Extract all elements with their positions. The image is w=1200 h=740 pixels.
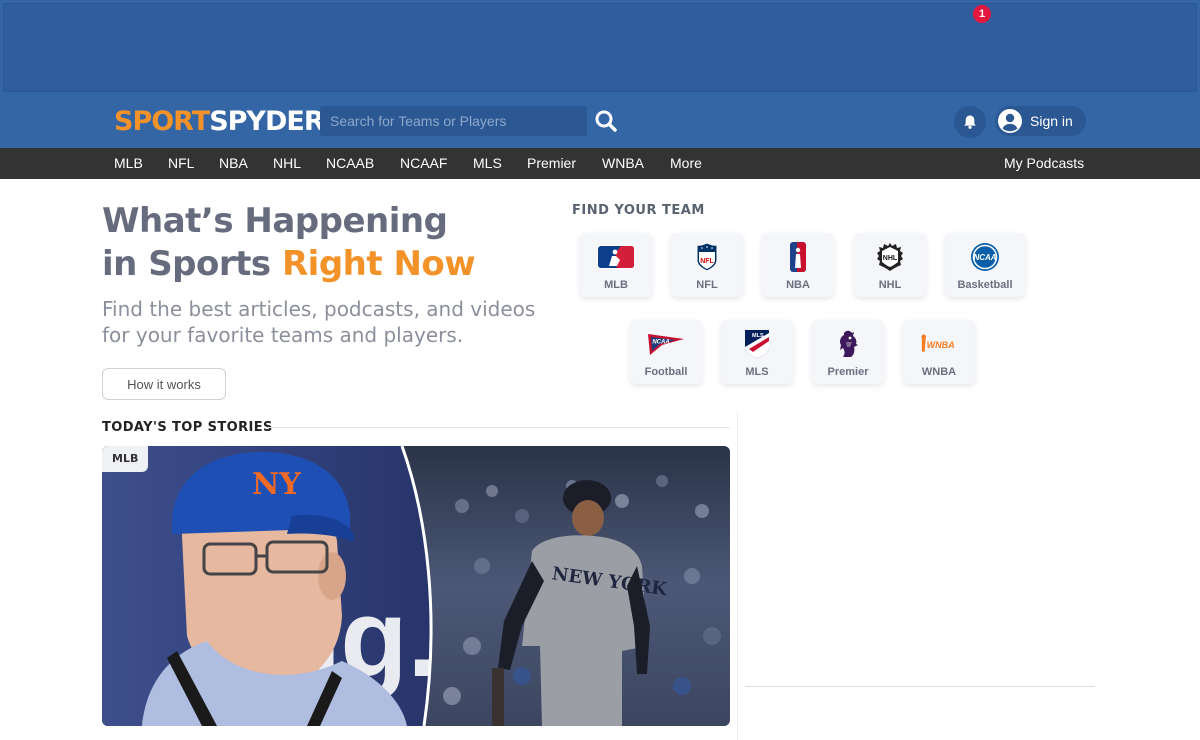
nav-item-my-podcasts[interactable]: My Podcasts bbox=[1004, 148, 1084, 179]
team-label-wnba: WNBA bbox=[921, 366, 957, 378]
ncaa-basketball-logo-icon: NCAA bbox=[965, 242, 1005, 272]
logo-spyder-text: Spyder bbox=[209, 105, 324, 137]
team-card-nhl[interactable]: NHL NHL bbox=[854, 233, 926, 297]
site-header: SportSpyder Sign in bbox=[0, 94, 1200, 148]
team-label-mls: MLS bbox=[745, 366, 769, 378]
svg-text:WNBA: WNBA bbox=[927, 340, 955, 350]
team-label-premier: Premier bbox=[827, 366, 869, 378]
user-avatar-icon bbox=[998, 109, 1022, 133]
story-headline-clipped[interactable] bbox=[102, 732, 730, 740]
nav-item-nhl[interactable]: NHL bbox=[273, 148, 301, 179]
svg-text:NFL: NFL bbox=[700, 258, 714, 265]
find-team-heading: FIND YOUR TEAM bbox=[572, 203, 705, 218]
nav-item-wnba[interactable]: WNBA bbox=[602, 148, 644, 179]
ad-placeholder bbox=[3, 3, 1197, 92]
sign-in-label: Sign in bbox=[1030, 113, 1073, 129]
nhl-logo-icon: NHL bbox=[870, 242, 910, 272]
sign-in-button[interactable]: Sign in bbox=[995, 106, 1086, 136]
team-label-nhl: NHL bbox=[878, 279, 902, 291]
nav-item-nba[interactable]: NBA bbox=[219, 148, 248, 179]
team-card-wnba[interactable]: WNBA WNBA bbox=[903, 320, 975, 384]
nav-item-nfl[interactable]: NFL bbox=[168, 148, 194, 179]
hero-title-prefix: in Sports bbox=[102, 244, 282, 284]
svg-text:NCAA: NCAA bbox=[652, 340, 669, 346]
svg-text:MLS: MLS bbox=[752, 333, 764, 339]
logo-sport-text: Sport bbox=[114, 105, 210, 137]
nav-item-mlb[interactable]: MLB bbox=[114, 148, 143, 179]
bell-icon bbox=[964, 115, 976, 129]
sidebar-divider bbox=[745, 686, 1095, 687]
svg-text:NHL: NHL bbox=[883, 255, 898, 262]
nfl-logo-icon: NFL bbox=[687, 242, 727, 272]
team-card-mls[interactable]: MLS MLS bbox=[721, 320, 793, 384]
team-label-basketball: Basketball bbox=[957, 279, 1013, 291]
league-nav: MLB NFL NBA NHL NCAAB NCAAF MLS Premier … bbox=[0, 148, 1200, 179]
top-story-image[interactable]: NEW YORK ling. NY bbox=[102, 446, 730, 726]
team-label-mlb: MLB bbox=[604, 279, 628, 291]
team-card-mlb[interactable]: MLB bbox=[580, 233, 652, 297]
mls-logo-icon: MLS bbox=[737, 329, 777, 359]
team-card-premier[interactable]: Premier bbox=[812, 320, 884, 384]
svg-text:NCAA: NCAA bbox=[973, 253, 996, 262]
nav-item-premier[interactable]: Premier bbox=[527, 148, 576, 179]
hero-title-line1: What’s Happening bbox=[102, 201, 448, 241]
nba-logo-icon bbox=[778, 242, 818, 272]
team-label-nfl: NFL bbox=[696, 279, 718, 291]
notification-count-badge: 1 bbox=[973, 5, 991, 23]
story-category-badge[interactable]: MLB bbox=[102, 446, 149, 472]
team-card-nba[interactable]: NBA bbox=[762, 233, 834, 297]
how-it-works-button[interactable]: How it works bbox=[102, 368, 226, 400]
nav-item-ncaaf[interactable]: NCAAF bbox=[400, 148, 447, 179]
team-card-basketball[interactable]: NCAA Basketball bbox=[945, 233, 1025, 297]
svg-text:NY: NY bbox=[252, 467, 301, 502]
hero-title-line2: in Sports Right Now bbox=[102, 243, 562, 286]
column-divider bbox=[737, 412, 738, 740]
notifications-button[interactable] bbox=[954, 106, 986, 138]
nav-item-more[interactable]: More bbox=[670, 148, 702, 179]
nav-item-ncaab[interactable]: NCAAB bbox=[326, 148, 374, 179]
search-icon[interactable] bbox=[593, 108, 619, 134]
wnba-logo-icon: WNBA bbox=[919, 329, 959, 359]
hero-subtitle: Find the best articles, podcasts, and vi… bbox=[102, 297, 536, 347]
ncaa-football-logo-icon: NCAA bbox=[646, 329, 686, 359]
ad-banner[interactable] bbox=[0, 0, 1200, 94]
heading-divider bbox=[266, 427, 730, 428]
site-logo[interactable]: Sport Spyder bbox=[114, 105, 325, 137]
team-label-football: Football bbox=[644, 366, 688, 378]
search-input[interactable] bbox=[320, 106, 587, 136]
nav-item-mls[interactable]: MLS bbox=[473, 148, 502, 179]
team-card-nfl[interactable]: NFL NFL bbox=[671, 233, 743, 297]
hero-title-accent: Right Now bbox=[281, 244, 476, 284]
mlb-logo-icon bbox=[596, 242, 636, 272]
team-label-nba: NBA bbox=[786, 279, 810, 291]
top-stories-heading: TODAY'S TOP STORIES bbox=[102, 420, 273, 435]
hero-title: What’s Happening in Sports Right Now bbox=[102, 200, 562, 286]
team-card-football[interactable]: NCAA Football bbox=[630, 320, 702, 384]
premier-league-logo-icon bbox=[828, 329, 868, 359]
